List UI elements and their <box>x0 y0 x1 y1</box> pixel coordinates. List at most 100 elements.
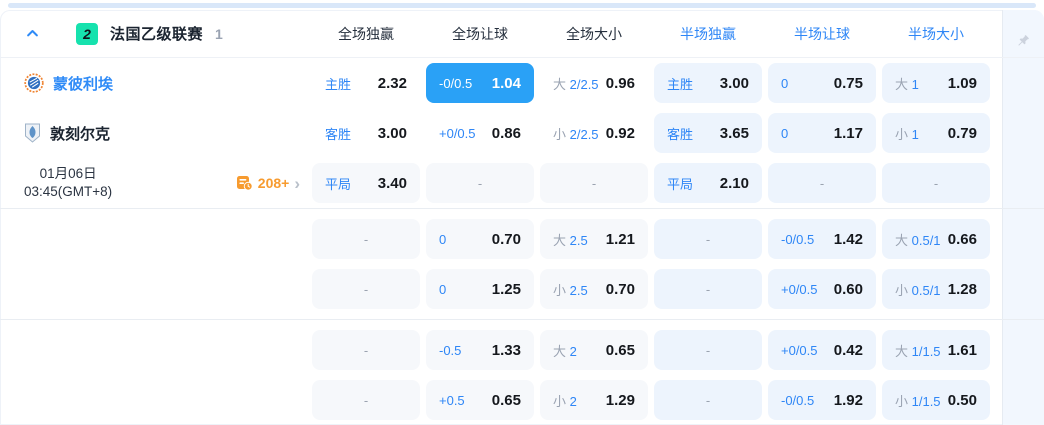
column-header-ft-1x2: 全场独赢 <box>338 25 394 42</box>
odds-line-label: 主胜 <box>325 76 352 92</box>
odds-cell[interactable]: 主胜 3.00 <box>654 63 762 103</box>
odds-cell[interactable]: -0.5 1.33 <box>426 330 534 370</box>
empty-dash: - <box>705 281 711 297</box>
odds-value: 3.40 <box>377 174 407 192</box>
chevron-up-icon[interactable] <box>22 24 42 44</box>
odds-rows-main: 主胜 2.32 -0/0.5 1.04 大 2/2.5 0.96 主胜 3.00 0 0.75 大 … <box>312 58 996 208</box>
odds-cell[interactable]: 客胜 3.00 <box>312 113 420 153</box>
odds-cell-empty: - <box>768 163 876 203</box>
odds-cell-empty: - <box>312 380 420 420</box>
alt-odds-block-1: -0 0.70 大 2.5 1.21- -0/0.5 1.42 大 0.5/1 0.66-0 1… <box>0 208 1044 319</box>
odds-cell-empty: - <box>654 269 762 309</box>
away-team-logo <box>25 123 40 143</box>
odds-cell[interactable]: 大 1/1.5 1.61 <box>882 330 990 370</box>
odds-cell[interactable]: 大 1 1.09 <box>882 63 990 103</box>
odds-cell-empty: - <box>540 163 648 203</box>
league-match-count: 1 <box>215 25 223 42</box>
empty-dash: - <box>363 281 369 297</box>
odds-line-label: 大 2/2.5 <box>553 76 599 92</box>
odds-line-label: 平局 <box>667 176 694 192</box>
over-under-prefix: 大 <box>553 232 570 248</box>
odds-value: 1.33 <box>491 341 521 359</box>
odds-line-label: 0 <box>439 231 447 247</box>
odds-line-label: 小 2 <box>553 393 577 409</box>
odds-line-label: +0/0.5 <box>781 342 818 358</box>
odds-cell[interactable]: 主胜 2.32 <box>312 63 420 103</box>
odds-line-label: 大 2.5 <box>553 232 588 248</box>
odds-value: 1.42 <box>833 230 863 248</box>
previous-card-edge <box>8 3 1036 8</box>
odds-value: 0.70 <box>605 280 635 298</box>
odds-value: 2.10 <box>719 174 749 192</box>
odds-cell[interactable]: 0 0.75 <box>768 63 876 103</box>
odds-cell[interactable]: 小 2/2.5 0.92 <box>540 113 648 153</box>
odds-cell[interactable]: 小 1 0.79 <box>882 113 990 153</box>
empty-dash: - <box>705 342 711 358</box>
over-under-prefix: 小 <box>895 126 912 142</box>
over-under-prefix: 小 <box>553 282 570 298</box>
match-datetime: 01月06日 03:45(GMT+8) <box>24 165 112 201</box>
odds-row: - +0.5 0.65 小 2 1.29 - -0/0.5 1.92 小 1/1.5 0.50 <box>312 375 996 425</box>
more-markets-link[interactable]: 208+ › <box>236 175 300 192</box>
odds-value: 0.65 <box>491 391 521 409</box>
odds-value: 1.92 <box>833 391 863 409</box>
odds-line-label: +0/0.5 <box>781 281 818 297</box>
odds-value: 2.32 <box>377 74 407 92</box>
more-markets-count: 208+ <box>257 175 290 191</box>
odds-value: 3.65 <box>719 124 749 142</box>
odds-cell[interactable]: 平局 2.10 <box>654 163 762 203</box>
over-under-prefix: 大 <box>895 343 912 359</box>
odds-value: 0.60 <box>833 280 863 298</box>
odds-line-label: 0 <box>781 75 789 91</box>
home-team-name: 蒙彼利埃 <box>53 75 114 93</box>
odds-rows-alt-2: - -0.5 1.33 大 2 0.65 - +0/0.5 0.42 大 1/1.5 1.61 - +… <box>312 325 996 425</box>
over-under-prefix: 小 <box>895 393 912 409</box>
odds-cell[interactable]: 大 2 0.65 <box>540 330 648 370</box>
odds-cell[interactable]: 大 2/2.5 0.96 <box>540 63 648 103</box>
odds-cell[interactable]: 小 0.5/1 1.28 <box>882 269 990 309</box>
odds-cell[interactable]: 小 2.5 0.70 <box>540 269 648 309</box>
odds-cell[interactable]: 平局 3.40 <box>312 163 420 203</box>
odds-cell[interactable]: -0/0.5 1.42 <box>768 219 876 259</box>
odds-cell[interactable]: 大 2.5 1.21 <box>540 219 648 259</box>
empty-dash: - <box>363 342 369 358</box>
column-header-ht-overunder: 半场大小 <box>908 25 964 42</box>
empty-dash: - <box>933 175 939 191</box>
odds-value: 0.92 <box>605 124 635 142</box>
odds-cell[interactable]: +0/0.5 0.60 <box>768 269 876 309</box>
column-header-ht-1x2: 半场独赢 <box>680 25 736 42</box>
odds-line-label: -0/0.5 <box>781 231 815 247</box>
odds-row: 主胜 2.32 -0/0.5 1.04 大 2/2.5 0.96 主胜 3.00 0 0.75 大 … <box>312 58 996 108</box>
column-header-ht-handicap: 半场让球 <box>794 25 850 42</box>
odds-cell[interactable]: 大 0.5/1 0.66 <box>882 219 990 259</box>
odds-cell[interactable]: 0 0.70 <box>426 219 534 259</box>
odds-cell[interactable]: 小 1/1.5 0.50 <box>882 380 990 420</box>
league-logo: 2 <box>76 22 98 45</box>
odds-cell-empty: - <box>426 163 534 203</box>
odds-value: 0.86 <box>491 124 521 142</box>
odds-cell[interactable]: 小 2 1.29 <box>540 380 648 420</box>
odds-cell[interactable]: +0/0.5 0.42 <box>768 330 876 370</box>
match-meta-row: 01月06日 03:45(GMT+8) 208+ › <box>0 158 312 208</box>
odds-value: 0.50 <box>947 391 977 409</box>
pin-icon[interactable] <box>1014 32 1032 50</box>
odds-cell[interactable]: +0/0.5 0.86 <box>426 113 534 153</box>
odds-line-label: 小 1 <box>895 126 919 142</box>
league-header-left: 2 法国乙级联赛 1 <box>0 22 312 45</box>
odds-cell[interactable]: -0/0.5 1.92 <box>768 380 876 420</box>
chevron-right-icon: › <box>294 173 300 193</box>
odds-cell-selected[interactable]: -0/0.5 1.04 <box>426 63 534 103</box>
league-odds-card: 2 法国乙级联赛 1 全场独赢 全场让球 全场大小 半场独赢 半场让球 半场大小… <box>0 10 1044 425</box>
away-team-row[interactable]: 敦刻尔克 <box>0 108 312 158</box>
match-time: 03:45(GMT+8) <box>24 184 113 199</box>
odds-cell[interactable]: 客胜 3.65 <box>654 113 762 153</box>
odds-cell[interactable]: 0 1.25 <box>426 269 534 309</box>
alt-block-1-left-spacer <box>0 214 312 314</box>
odds-cell-empty: - <box>654 219 762 259</box>
odds-cell[interactable]: 0 1.17 <box>768 113 876 153</box>
odds-cell[interactable]: +0.5 0.65 <box>426 380 534 420</box>
odds-row: 客胜 3.00 +0/0.5 0.86 小 2/2.5 0.92 客胜 3.65 0 1.17 小 … <box>312 108 996 158</box>
odds-line-label: +0/0.5 <box>439 125 476 141</box>
home-team-row[interactable]: 蒙彼利埃 <box>0 58 312 108</box>
odds-line-label: -0/0.5 <box>439 75 473 91</box>
